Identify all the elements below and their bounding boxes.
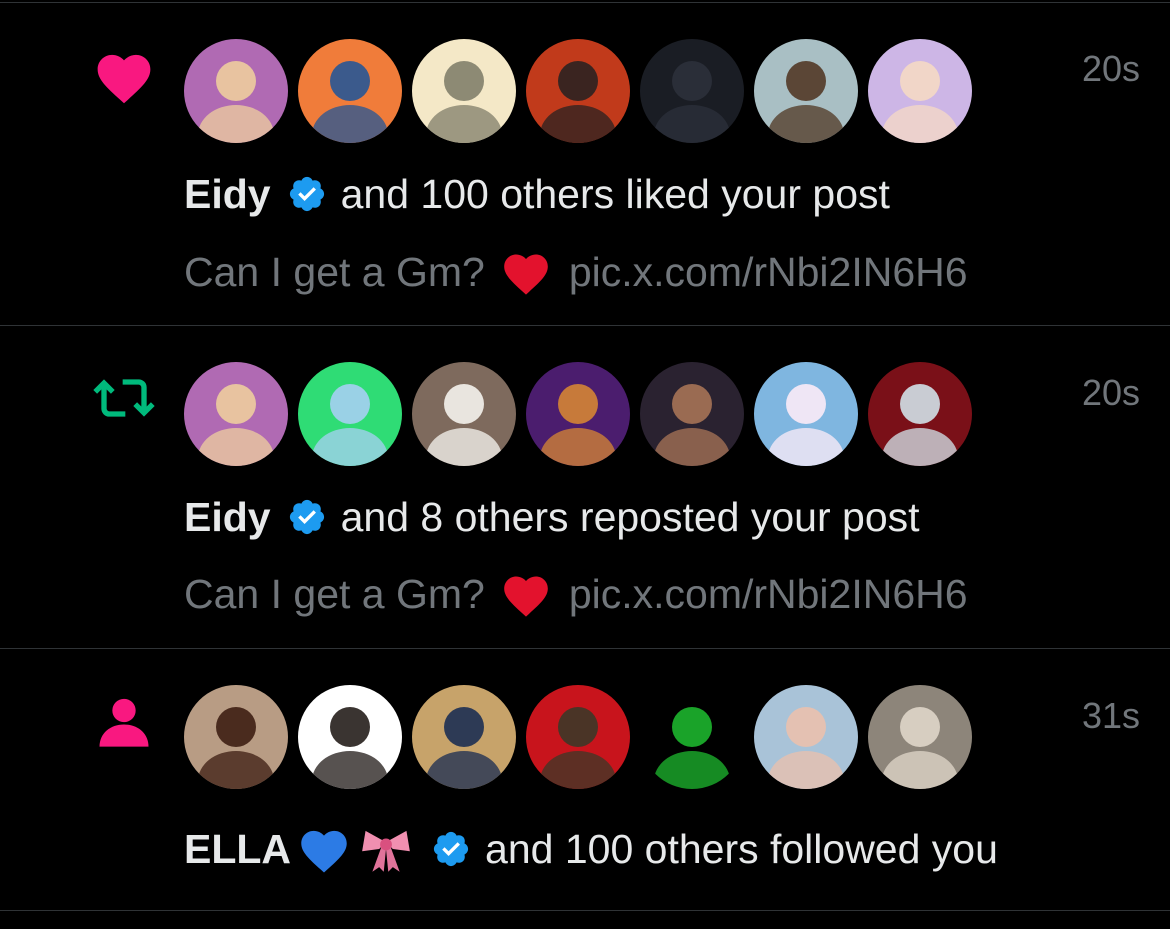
avatar[interactable]: [298, 39, 402, 143]
avatar[interactable]: [412, 39, 516, 143]
timestamp: 20s: [1081, 372, 1140, 413]
avatar[interactable]: [754, 685, 858, 789]
avatar[interactable]: [412, 685, 516, 789]
avatar[interactable]: [184, 685, 288, 789]
user-name[interactable]: Eidy: [184, 494, 271, 541]
avatar[interactable]: [184, 39, 288, 143]
preview-link[interactable]: pic.x.com/rNbi2IN6H6: [569, 571, 968, 618]
avatar[interactable]: [754, 362, 858, 466]
pink-ribbon-bow-icon: [362, 830, 410, 872]
notification-headline: ELLA and 100 others followed you: [184, 821, 998, 877]
notification-headline: Eidy and 100 others liked your post: [184, 166, 890, 222]
avatar[interactable]: [184, 362, 288, 466]
avatar[interactable]: [640, 362, 744, 466]
verified-badge-icon: [433, 831, 469, 867]
timestamp: 20s: [1081, 48, 1140, 89]
post-preview[interactable]: Can I get a Gm? pic.x.com/rNbi2IN6H6: [184, 244, 968, 300]
post-preview[interactable]: Can I get a Gm? pic.x.com/rNbi2IN6H6: [184, 566, 968, 622]
repost-icon: [92, 366, 156, 430]
action-text: and 8 others reposted your post: [340, 493, 920, 540]
avatar-row: [184, 685, 972, 789]
avatar[interactable]: [298, 362, 402, 466]
avatar[interactable]: [526, 685, 630, 789]
avatar[interactable]: [526, 362, 630, 466]
heart-icon: [92, 44, 156, 108]
person-icon: [92, 689, 156, 753]
preview-text: Can I get a Gm?: [184, 570, 485, 617]
notification-follow[interactable]: 31s ELLA and 100 others followed you: [0, 649, 1170, 909]
verified-badge-icon: [289, 499, 324, 535]
avatar[interactable]: [526, 39, 630, 143]
divider: [0, 910, 1170, 911]
user-name[interactable]: Eidy: [184, 171, 271, 218]
blue-heart-emoji-icon: [301, 830, 347, 873]
avatar-row: [184, 39, 972, 143]
avatar[interactable]: [868, 39, 972, 143]
red-heart-emoji-icon: [504, 254, 548, 295]
notification-headline: Eidy and 8 others reposted your post: [184, 489, 920, 545]
avatar[interactable]: [868, 685, 972, 789]
user-name[interactable]: ELLA: [184, 826, 291, 873]
avatar[interactable]: [754, 39, 858, 143]
avatar[interactable]: [640, 39, 744, 143]
avatar[interactable]: [868, 362, 972, 466]
avatar-row: [184, 362, 972, 466]
preview-text: Can I get a Gm?: [184, 248, 485, 295]
verified-badge-icon: [289, 176, 324, 212]
notification-repost[interactable]: 20s Eidy and 8 others reposted your post…: [0, 326, 1170, 648]
avatar[interactable]: [298, 685, 402, 789]
action-text: and 100 others followed you: [485, 825, 998, 872]
timestamp: 31s: [1081, 695, 1140, 736]
avatar[interactable]: [412, 362, 516, 466]
avatar[interactable]: [640, 685, 744, 789]
preview-link[interactable]: pic.x.com/rNbi2IN6H6: [569, 249, 968, 296]
action-text: and 100 others liked your post: [340, 170, 890, 217]
red-heart-emoji-icon: [504, 576, 548, 617]
notification-like[interactable]: 20s Eidy and 100 others liked your post …: [0, 0, 1170, 325]
